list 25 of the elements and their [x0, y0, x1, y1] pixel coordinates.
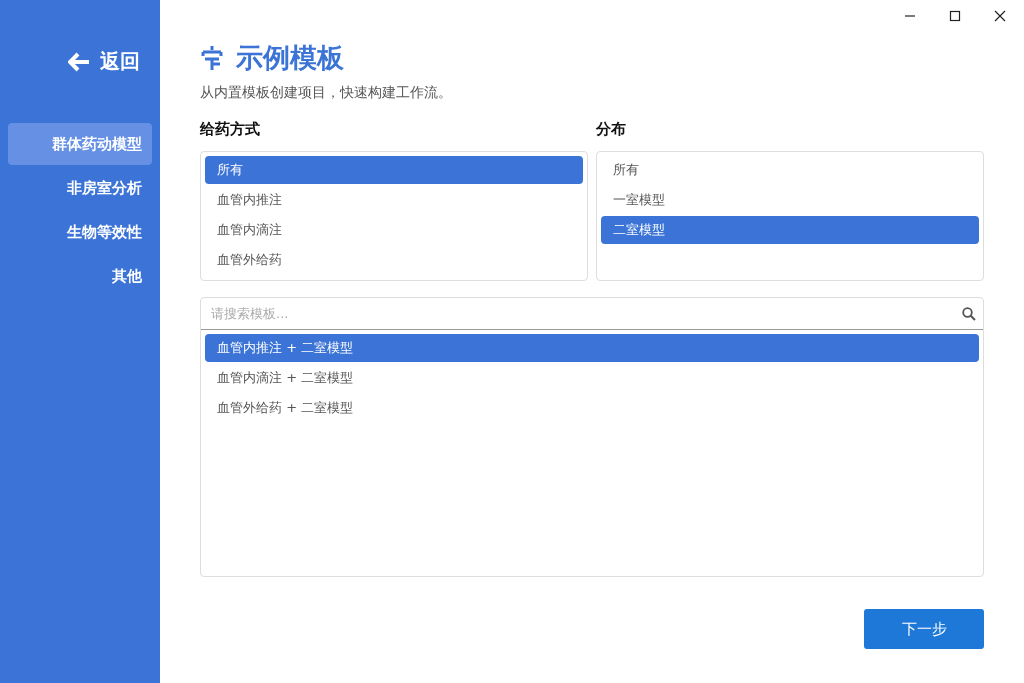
filter-option[interactable]: 一室模型	[601, 186, 979, 214]
filter-option[interactable]: 血管内推注	[205, 186, 583, 214]
next-button[interactable]: 下一步	[864, 609, 984, 649]
left-arrow-icon	[68, 51, 90, 72]
sidebar-item[interactable]: 群体药动模型	[8, 123, 152, 165]
filter-heading: 给药方式	[200, 120, 261, 139]
template-icon	[200, 45, 224, 71]
filter-heading: 分布	[596, 120, 627, 139]
template-item[interactable]: 血管内滴注 + 二室模型	[205, 364, 979, 392]
filter-option[interactable]: 所有	[601, 156, 979, 184]
sidebar-item[interactable]: 其他	[8, 255, 152, 297]
filter-option[interactable]: 二室模型	[601, 216, 979, 244]
filter-option[interactable]: 所有	[205, 156, 583, 184]
maximize-icon[interactable]	[949, 10, 961, 22]
filter-option[interactable]: 血管外给药	[205, 246, 583, 274]
sidebar-item[interactable]: 生物等效性	[8, 211, 152, 253]
page-title: 示例模板	[236, 41, 344, 75]
template-item[interactable]: 血管内推注 + 二室模型	[205, 334, 979, 362]
search-icon[interactable]	[962, 306, 976, 321]
close-icon[interactable]	[994, 10, 1006, 22]
filter-option[interactable]: 血管内滴注	[205, 216, 583, 244]
template-item[interactable]: 血管外给药 + 二室模型	[205, 394, 979, 422]
page-subtitle: 从内置模板创建项目，快速构建工作流。	[200, 84, 453, 102]
back-button[interactable]: 返回	[66, 46, 142, 77]
sidebar-item[interactable]: 非房室分析	[8, 167, 152, 209]
